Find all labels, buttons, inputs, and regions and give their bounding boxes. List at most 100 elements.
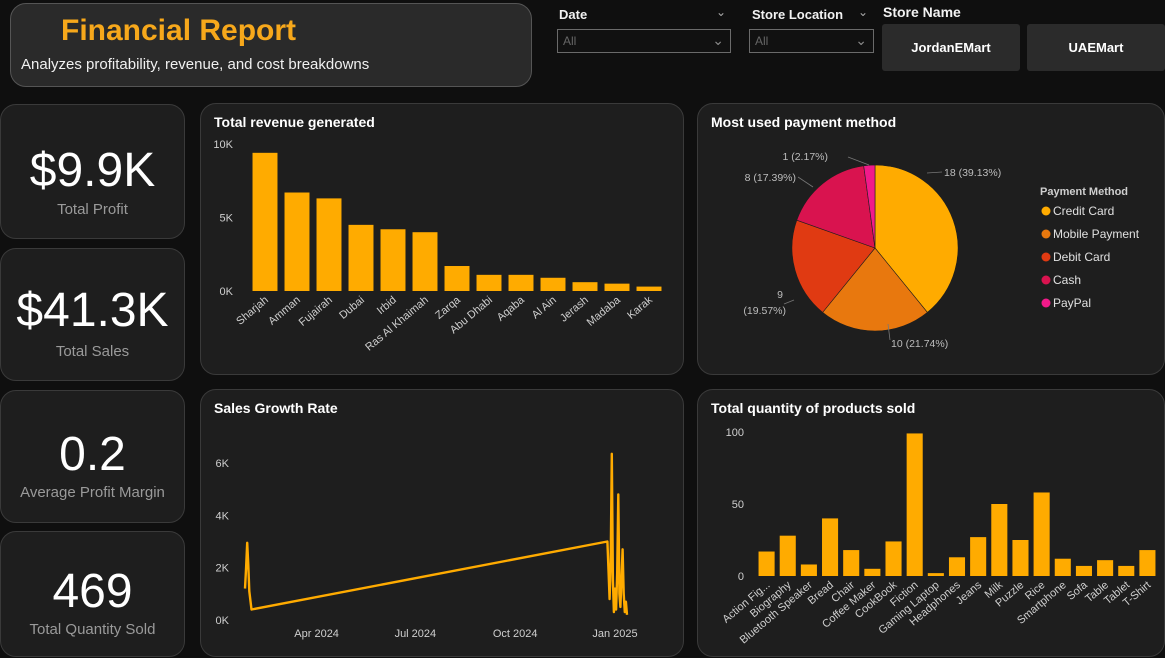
y-tick-label: 6K [216,458,230,470]
legend-label: Debit Card [1053,250,1110,264]
legend-label: PayPal [1053,296,1091,310]
bar [1033,492,1050,576]
pie-leader-line [783,299,795,305]
pie-leader-line [847,156,870,166]
x-tick-label: Karak [625,294,655,322]
y-tick-label: 4K [216,510,230,522]
bar [800,564,817,576]
y-tick-label: 50 [732,499,744,511]
kpi-total-sales: $41.3K Total Sales [0,248,185,381]
date-filter-dropdown[interactable]: All ⌄ [557,29,731,53]
bar [252,152,278,291]
y-tick-label: 2K [216,563,230,575]
x-tick-label: Sharjah [234,294,271,328]
pie-leader-line [797,176,814,188]
pie-data-label: 1 (2.17%) [782,151,828,163]
x-tick-label: Dubai [337,294,367,322]
x-tick-label: Al Ain [530,294,559,321]
legend-marker [1041,252,1051,262]
pie-data-label: (19.57%) [743,305,786,317]
revenue-bar-chart: 0K5K10KSharjahAmmanFujairah Dubai IrbidRas… [213,139,662,354]
sales-growth-line [243,452,629,615]
legend-title: Payment Method [1040,186,1128,198]
bar [476,274,502,291]
legend-label: Cash [1053,273,1081,287]
legend-marker [1041,229,1051,239]
legend-marker [1041,206,1051,216]
bar [508,274,534,291]
y-tick-label: 0 [738,571,744,583]
bar [540,277,566,291]
bar [991,504,1008,576]
store-location-filter-dropdown[interactable]: All ⌄ [749,29,874,53]
bar [1118,565,1135,576]
x-tick-label: Amman [266,294,303,328]
payment-chart-panel: Most used payment method 18 (39.13%) 10 (… [697,103,1165,375]
bar [1012,540,1029,576]
sales-growth-panel: Sales Growth Rate 0K 2K 4K 6K Apr 2024 Jul 20… [200,389,684,657]
report-subtitle: Analyzes profitability, revenue, and cos… [21,56,370,73]
chevron-down-icon: ⌄ [712,32,724,48]
x-tick-label: Irbid [375,294,399,317]
bar [284,192,310,291]
pie-data-label: 9 [777,289,783,301]
kpi-label: Average Profit Margin [20,484,165,501]
report-header: Financial Report Analyzes profitability,… [10,3,532,87]
kpi-label: Total Quantity Sold [29,621,156,638]
pie-data-label: 18 (39.13%) [944,167,1001,179]
bar [885,541,902,576]
bar [1097,560,1114,576]
bar [822,518,839,576]
x-tick-label: Oct 2024 [493,628,538,640]
bar [970,537,987,576]
x-tick-label: Madaba [585,294,624,329]
y-tick-label: 10K [213,139,233,151]
chevron-down-icon: ⌄ [855,32,867,48]
x-tick-label: Apr 2024 [294,628,339,640]
quantity-bar-chart: 050100Action Fig...BiographyBluetooth Sp… [720,427,1156,646]
bar [906,433,923,576]
report-title: Financial Report [61,14,297,47]
bar [1139,550,1156,576]
bar [758,551,775,576]
bar [636,286,662,291]
kpi-label: Total Sales [55,343,130,360]
kpi-value: $9.9K [29,144,156,197]
sales-growth-line-chart: 0K 2K 4K 6K Apr 2024 Jul 2024 Oct 2024 Jan 2025 [216,452,638,640]
store-location-chevron-icon[interactable]: ⌄ [858,5,868,19]
bar [927,573,944,576]
bar [864,568,881,576]
x-tick-label: Fujairah [297,294,335,329]
kpi-value: 469 [52,565,133,618]
bar [1054,558,1071,576]
x-tick-label: Jul 2024 [395,628,437,640]
bar [316,198,342,291]
payment-pie-chart: 18 (39.13%) 10 (21.74%) 9 (19.57%) 8 (17.39%… [743,151,1140,350]
bar [348,224,374,291]
y-tick-label: 0K [216,615,230,627]
y-tick-label: 0K [220,286,234,298]
date-filter-label: Date [559,7,588,22]
store-button-jordanemart[interactable]: JordanEMart [882,24,1020,71]
bar [380,229,406,291]
x-tick-label: Jan 2025 [592,628,637,640]
bar [412,232,438,291]
x-tick-label: Aqaba [495,294,528,324]
pie-data-label: 8 (17.39%) [745,172,796,184]
store-button-uaemart[interactable]: UAEMart [1027,24,1165,71]
quantity-chart-panel: Total quantity of products sold 0 50 100 Ac… [697,389,1165,657]
kpi-total-quantity-sold: 469 Total Quantity Sold [0,531,185,657]
bar [779,535,796,576]
store-name-filter-label: Store Name [883,4,961,20]
bar [1075,565,1092,576]
legend-marker [1041,298,1051,308]
legend-label: Mobile Payment [1053,227,1140,241]
kpi-average-profit-margin: 0.2 Average Profit Margin [0,390,185,523]
y-tick-label: 5K [220,213,234,225]
date-filter-chevron-icon[interactable]: ⌄ [716,5,726,19]
y-tick-label: 100 [726,427,744,439]
pie-data-label: 10 (21.74%) [891,338,948,350]
date-filter-value: All [563,34,577,48]
bar [843,550,860,576]
kpi-total-profit: $9.9K Total Profit [0,104,185,239]
